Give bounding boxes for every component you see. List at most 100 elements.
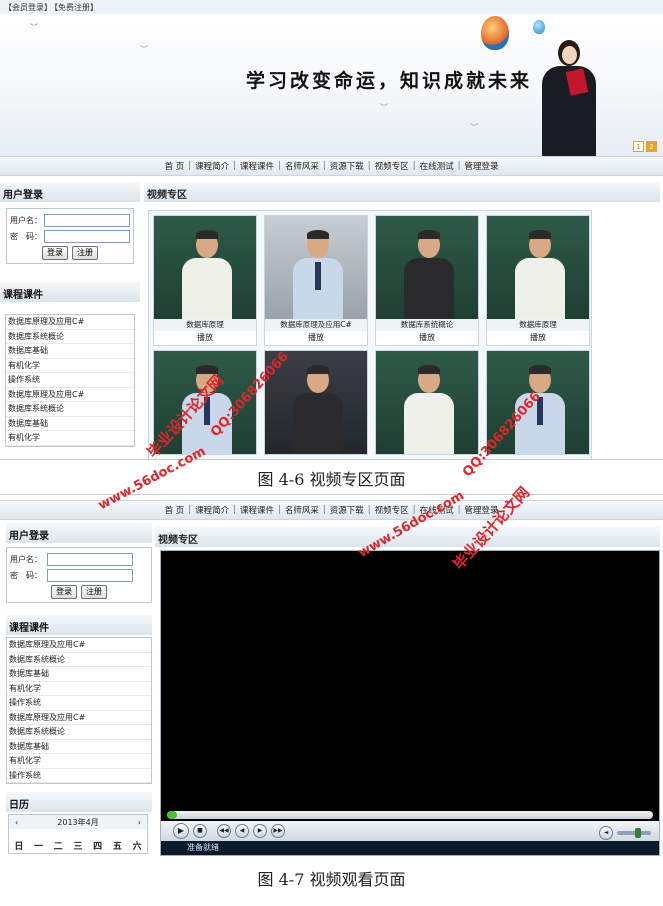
nav-teachers[interactable]: 名师风采 <box>281 160 323 172</box>
content-area: 用户登录 用户名： 密 码： 登录 注册 课程课件 数据库原理及应用C# 数据库… <box>0 176 663 459</box>
nav-videos[interactable]: 视频专区 <box>371 160 413 172</box>
username-label: 用户名： <box>10 555 42 564</box>
nav-courseware[interactable]: 课程课件 <box>236 160 278 172</box>
course-item[interactable]: 数据库原理及应用C# <box>7 638 151 653</box>
rewind-icon[interactable]: ◀ <box>235 824 249 838</box>
calendar-next-icon[interactable]: › <box>138 818 141 827</box>
banner-page-1[interactable]: 1 <box>633 141 644 152</box>
video-thumbnail[interactable] <box>376 216 478 319</box>
nav-online-test[interactable]: 在线测试 <box>416 160 458 172</box>
course-item[interactable]: 操作系统 <box>7 696 151 711</box>
course-item[interactable]: 有机化学 <box>6 431 134 446</box>
course-item[interactable]: 有机化学 <box>7 681 151 696</box>
nav-courseware[interactable]: 课程课件 <box>236 504 278 516</box>
banner-student-figure <box>528 30 603 156</box>
banner-page-2[interactable]: 2 <box>646 141 657 152</box>
nav-downloads[interactable]: 资源下载 <box>326 504 368 516</box>
video-title: 数据库系统概论 <box>376 319 478 331</box>
course-item[interactable]: 数据库基础 <box>7 667 151 682</box>
course-item[interactable]: 操作系统 <box>7 768 151 783</box>
volume-icon[interactable]: ◄ <box>599 826 613 840</box>
nav-admin-login[interactable]: 管理登录 <box>460 160 502 172</box>
seek-bar[interactable] <box>167 811 653 819</box>
course-item[interactable]: 数据库基础 <box>6 344 134 359</box>
video-play-link[interactable]: 播放 <box>265 331 367 345</box>
nav-course-intro[interactable]: 课程简介 <box>191 504 233 516</box>
nav-downloads[interactable]: 资源下载 <box>326 160 368 172</box>
main-nav: 首 页 | 课程简介 | 课程课件 | 名师风采 | 资源下载 | 视频专区 | 在线测试 |… <box>0 500 663 520</box>
bird-icon: ︶ <box>380 103 388 112</box>
video-title: 数据库原理 <box>154 319 256 331</box>
video-thumbnail[interactable] <box>265 216 367 319</box>
video-card[interactable] <box>264 350 368 455</box>
video-screen[interactable] <box>161 551 659 807</box>
video-thumbnail[interactable] <box>154 216 256 319</box>
video-player[interactable]: ▶ ■ ◀◀ ◀ ▶ ▶▶ ◄ 准备就绪 <box>160 550 660 856</box>
password-input[interactable] <box>44 230 130 243</box>
course-item[interactable]: 数据库原理及应用C# <box>6 315 134 330</box>
free-register-link[interactable]: 【免费注册】 <box>54 3 98 12</box>
video-thumbnail[interactable] <box>487 351 589 454</box>
username-input[interactable] <box>44 214 130 227</box>
volume-knob[interactable] <box>635 828 641 838</box>
login-button[interactable]: 登录 <box>51 585 77 599</box>
nav-teachers[interactable]: 名师风采 <box>281 504 323 516</box>
video-card[interactable] <box>486 350 590 455</box>
nav-home[interactable]: 首 页 <box>161 160 189 172</box>
username-label: 用户名： <box>10 216 42 225</box>
main-panel-title: 视频专区 <box>155 527 660 547</box>
nav-online-test[interactable]: 在线测试 <box>416 504 458 516</box>
stop-icon[interactable]: ■ <box>193 824 207 838</box>
username-input[interactable] <box>47 553 133 566</box>
course-item[interactable]: 有机化学 <box>7 754 151 769</box>
video-card[interactable]: 数据库原理 播放 <box>153 215 257 346</box>
calendar-prev-icon[interactable]: ‹ <box>15 818 18 827</box>
course-item[interactable]: 数据库系统概论 <box>6 329 134 344</box>
login-form: 用户名： 密 码： 登录 注册 <box>6 208 134 264</box>
next-icon[interactable]: ▶▶ <box>271 824 285 838</box>
video-thumbnail[interactable] <box>265 351 367 454</box>
play-icon[interactable]: ▶ <box>173 823 189 839</box>
course-item[interactable]: 数据库系统概论 <box>7 652 151 667</box>
video-play-link[interactable]: 播放 <box>154 331 256 345</box>
video-title: 数据库原理 <box>487 319 589 331</box>
top-links-bar: 【会员登录】 【免费注册】 <box>0 0 663 14</box>
password-label: 密 码： <box>10 571 42 580</box>
nav-admin-login[interactable]: 管理登录 <box>460 504 502 516</box>
video-play-link[interactable]: 播放 <box>376 331 478 345</box>
video-card[interactable]: 数据库原理及应用C# 播放 <box>264 215 368 346</box>
course-item[interactable]: 数据库系统概论 <box>6 402 134 417</box>
fast-forward-icon[interactable]: ▶ <box>253 824 267 838</box>
course-item[interactable]: 数据库基础 <box>7 739 151 754</box>
course-item[interactable]: 数据库原理及应用C# <box>7 710 151 725</box>
nav-course-intro[interactable]: 课程简介 <box>191 160 233 172</box>
register-button[interactable]: 注册 <box>81 585 107 599</box>
weekday: 二 <box>53 841 63 852</box>
register-button[interactable]: 注册 <box>72 246 98 260</box>
course-item[interactable]: 有机化学 <box>6 358 134 373</box>
course-item[interactable]: 数据库原理及应用C# <box>6 387 134 402</box>
video-play-link[interactable]: 播放 <box>487 331 589 345</box>
video-card[interactable] <box>375 350 479 455</box>
course-item[interactable]: 数据库基础 <box>6 416 134 431</box>
weekday: 四 <box>93 841 103 852</box>
member-login-link[interactable]: 【会员登录】 <box>4 3 52 12</box>
video-thumbnail[interactable] <box>154 351 256 454</box>
login-button[interactable]: 登录 <box>42 246 68 260</box>
video-card[interactable]: 数据库系统概论 播放 <box>375 215 479 346</box>
previous-icon[interactable]: ◀◀ <box>217 824 231 838</box>
volume-slider[interactable] <box>617 828 651 838</box>
figure-caption-4-6: 图 4-6 视频专区页面 <box>257 470 406 489</box>
course-item[interactable]: 数据库系统概论 <box>7 725 151 740</box>
sidebar: 用户登录 用户名： 密 码： 登录 注册 课程课件 数据库原理及应用C# 数据库… <box>6 523 152 854</box>
weekday: 日 <box>14 841 24 852</box>
video-card[interactable] <box>153 350 257 455</box>
nav-home[interactable]: 首 页 <box>161 504 189 516</box>
password-input[interactable] <box>47 569 133 582</box>
seek-bar-fill <box>167 811 177 819</box>
video-thumbnail[interactable] <box>376 351 478 454</box>
course-item[interactable]: 操作系统 <box>6 373 134 388</box>
video-thumbnail[interactable] <box>487 216 589 319</box>
nav-videos[interactable]: 视频专区 <box>371 504 413 516</box>
video-card[interactable]: 数据库原理 播放 <box>486 215 590 346</box>
